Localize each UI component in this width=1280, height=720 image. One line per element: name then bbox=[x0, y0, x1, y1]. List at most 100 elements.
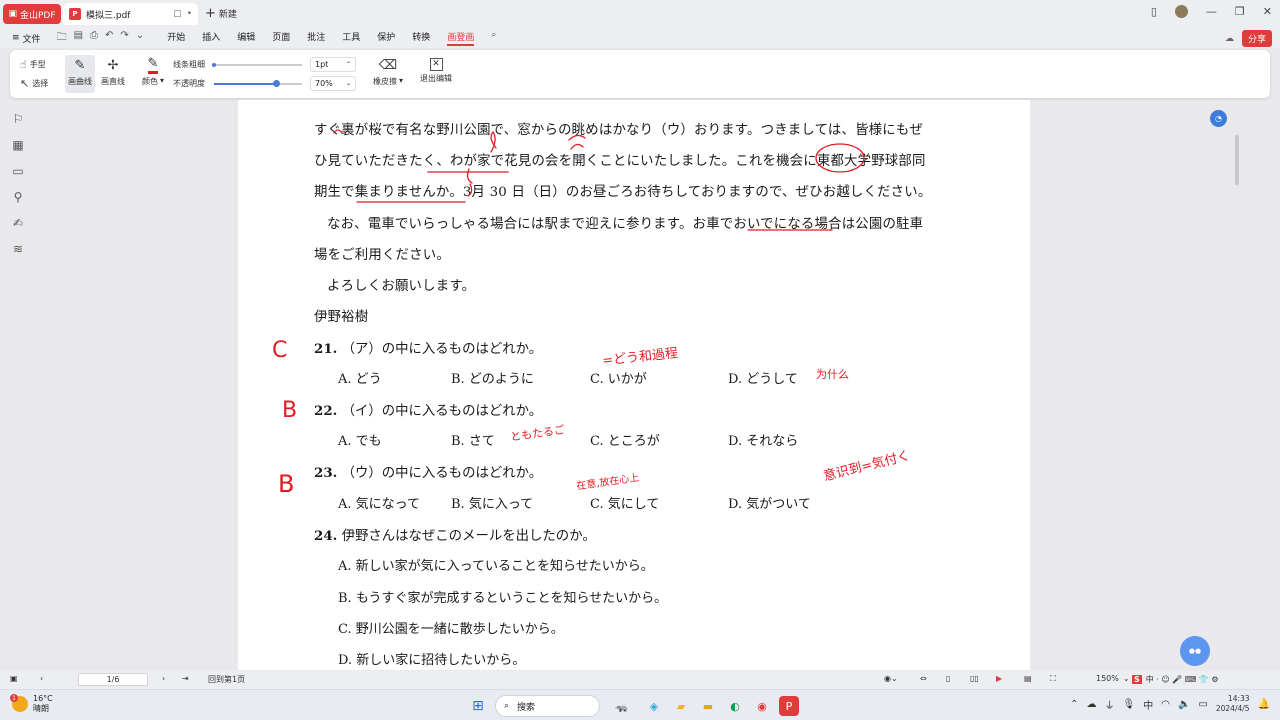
ime-tray-icon[interactable]: 中 bbox=[1143, 697, 1153, 712]
close-window-icon[interactable]: ✕ bbox=[1263, 5, 1272, 18]
thumbnails-icon[interactable]: ▦ bbox=[12, 138, 23, 152]
print-icon[interactable]: ⎙ bbox=[90, 30, 98, 47]
menu-edit[interactable]: 编辑 bbox=[237, 30, 255, 46]
volume-icon[interactable]: 🔈 bbox=[1178, 699, 1190, 710]
eraser-button[interactable]: ⌫ 橡皮擦 ▾ bbox=[368, 55, 408, 93]
pdf-app-icon[interactable]: P bbox=[779, 696, 799, 716]
input-method-tray[interactable]: S 中 · ☺ 🎤 ⌨ 👕 ⚙ bbox=[1132, 674, 1219, 685]
menu-insert[interactable]: 插入 bbox=[202, 30, 220, 46]
draw-ribbon: ☝ 手型 ↖ 选择 ✎ 画曲线 ✢ 画直线 ✎ 颜色 ▾ 线条粗细 1pt ⌃ … bbox=[10, 50, 1270, 98]
bookmark-icon[interactable]: ⚐ bbox=[13, 112, 24, 126]
handwritten-answer-22: B bbox=[282, 398, 298, 423]
ime-icons: 中 · ☺ 🎤 ⌨ 👕 ⚙ bbox=[1145, 675, 1219, 684]
color-picker-button[interactable]: ✎ 颜色 ▾ bbox=[138, 55, 168, 93]
clock[interactable]: 14:33 2024/4/5 bbox=[1216, 694, 1250, 714]
fit-width-icon[interactable]: ⇔ bbox=[920, 674, 927, 683]
close-tab-icon[interactable]: • bbox=[187, 9, 192, 19]
search-icon[interactable]: ⌕ bbox=[491, 30, 496, 46]
cloud-tray-icon[interactable]: ☁ bbox=[1087, 699, 1097, 710]
undo-icon[interactable]: ↶ bbox=[105, 30, 113, 47]
document-tab[interactable]: P 模拟三.pdf ▢ • bbox=[63, 3, 198, 25]
menu-convert[interactable]: 转换 bbox=[412, 30, 430, 46]
thickness-slider[interactable] bbox=[212, 63, 302, 67]
layers-icon[interactable]: ≋ bbox=[13, 242, 23, 256]
floating-user-icon[interactable]: ◔ bbox=[1210, 110, 1227, 127]
vertical-scrollbar[interactable] bbox=[1235, 135, 1239, 185]
handwritten-answer-23: B bbox=[278, 470, 295, 498]
last-page-icon[interactable]: ⇥ bbox=[182, 674, 189, 683]
menu-protect[interactable]: 保护 bbox=[377, 30, 395, 46]
edge-icon[interactable]: ◐ bbox=[725, 696, 745, 716]
usb-icon[interactable]: ⏚ bbox=[1105, 697, 1115, 712]
file-explorer-icon[interactable]: ▰ bbox=[671, 696, 691, 716]
floating-assistant-icon[interactable]: ●● bbox=[1180, 636, 1210, 666]
minimize-icon[interactable]: — bbox=[1206, 5, 1217, 18]
comments-icon[interactable]: ▭ bbox=[12, 164, 23, 178]
sidebar-toggle-icon[interactable]: ▣ bbox=[10, 674, 18, 683]
copilot-icon[interactable]: ◈ bbox=[644, 696, 664, 716]
back-to-first-page[interactable]: 回到第1页 bbox=[208, 674, 245, 685]
file-menu[interactable]: ≡ 文件 bbox=[12, 32, 41, 45]
menu-right-area: ☁ 分享 bbox=[1225, 30, 1272, 47]
play-icon[interactable]: ▶ bbox=[996, 674, 1002, 683]
tab-window-icon[interactable]: ▢ bbox=[173, 9, 182, 19]
opacity-slider[interactable] bbox=[214, 80, 302, 87]
double-page-icon[interactable]: ▯▯ bbox=[970, 674, 979, 683]
hand-tool-button[interactable]: ☝ 手型 bbox=[20, 58, 46, 71]
share-button[interactable]: 分享 bbox=[1241, 30, 1272, 47]
folder-icon[interactable]: ▬ bbox=[698, 696, 718, 716]
taskbar-search[interactable]: ⌕ 搜索 bbox=[495, 695, 600, 717]
menu-tools[interactable]: 工具 bbox=[342, 30, 360, 46]
tray-chevron-icon[interactable]: ⌃ bbox=[1070, 699, 1078, 710]
page-number-input[interactable]: 1/6 bbox=[78, 673, 148, 686]
eye-mode-icon[interactable]: ◉⌄ bbox=[884, 674, 898, 683]
thickness-value: 1pt bbox=[315, 60, 329, 69]
new-tab-button[interactable]: + 新建 bbox=[205, 6, 237, 21]
redo-icon[interactable]: ↷ bbox=[120, 30, 128, 47]
menu-page[interactable]: 页面 bbox=[272, 30, 290, 46]
open-folder-icon[interactable]: 🗀 bbox=[57, 30, 67, 47]
line-tool-button[interactable]: ✢ 画直线 bbox=[98, 55, 128, 93]
single-page-icon[interactable]: ▯ bbox=[946, 674, 950, 683]
menu-annotate[interactable]: 批注 bbox=[307, 30, 325, 46]
widget-icon[interactable]: 🦡 bbox=[607, 696, 637, 716]
maximize-icon[interactable]: ❐ bbox=[1235, 5, 1245, 18]
pen-tool-button[interactable]: ✎ 画曲线 bbox=[65, 55, 95, 93]
exit-edit-button[interactable]: ✕ 退出编辑 bbox=[416, 55, 456, 93]
app-logo-icon: ▣ bbox=[8, 9, 17, 19]
notification-badge: 1 bbox=[10, 694, 18, 702]
mic-icon[interactable]: 🎙 bbox=[1123, 699, 1136, 710]
netease-icon[interactable]: ◉ bbox=[752, 696, 772, 716]
pdf-page[interactable]: すぐ裏が桜で有名な野川公園で、窓からの眺めはかなり（ウ）おります。つきましては、… bbox=[238, 100, 1030, 670]
wifi-icon[interactable]: ◠ bbox=[1161, 699, 1170, 710]
save-icon[interactable]: ▤ bbox=[74, 30, 83, 47]
weather-widget[interactable]: 1 16°C 晴朗 bbox=[10, 694, 53, 714]
hand-tool-label: 手型 bbox=[29, 60, 46, 69]
select-tool-button[interactable]: ↖ 选择 bbox=[20, 77, 48, 90]
signature-icon[interactable]: ✍ bbox=[13, 216, 23, 230]
reading-mode-icon[interactable]: ▤ bbox=[1024, 674, 1032, 683]
notification-bell-icon[interactable]: 🔔 bbox=[1258, 699, 1270, 710]
zoom-level[interactable]: 150% ⌄ bbox=[1096, 674, 1130, 683]
zoom-value: 150% bbox=[1096, 674, 1119, 683]
opacity-input[interactable]: 70% ⌄ bbox=[310, 76, 356, 91]
device-icon[interactable]: ▯ bbox=[1151, 5, 1157, 18]
user-avatar[interactable] bbox=[1174, 5, 1188, 18]
opacity-knob[interactable] bbox=[272, 80, 280, 87]
cloud-icon[interactable]: ☁ bbox=[1225, 34, 1234, 44]
windows-start-icon[interactable]: ⊞ bbox=[468, 696, 488, 716]
battery-icon[interactable]: ▭ bbox=[1198, 699, 1207, 710]
date: 2024/4/5 bbox=[1215, 704, 1250, 713]
more-chevron-icon[interactable]: ⌄ bbox=[136, 30, 144, 47]
thickness-input[interactable]: 1pt ⌃ bbox=[310, 57, 356, 72]
menu-start[interactable]: 开始 bbox=[167, 30, 185, 46]
stepper-icon: ⌃ bbox=[345, 61, 351, 68]
app-menu-button[interactable]: ▣ 金山PDF bbox=[3, 4, 61, 24]
attachment-icon[interactable]: ⚲ bbox=[14, 190, 23, 204]
thickness-knob[interactable] bbox=[212, 63, 216, 67]
fullscreen-icon[interactable]: ⛶ bbox=[1050, 674, 1056, 684]
next-page-icon[interactable]: › bbox=[162, 674, 165, 683]
line-tool-label: 画直线 bbox=[101, 77, 125, 86]
prev-page-icon[interactable]: ‹ bbox=[40, 674, 43, 683]
menu-draw[interactable]: 画登画 bbox=[447, 30, 475, 46]
